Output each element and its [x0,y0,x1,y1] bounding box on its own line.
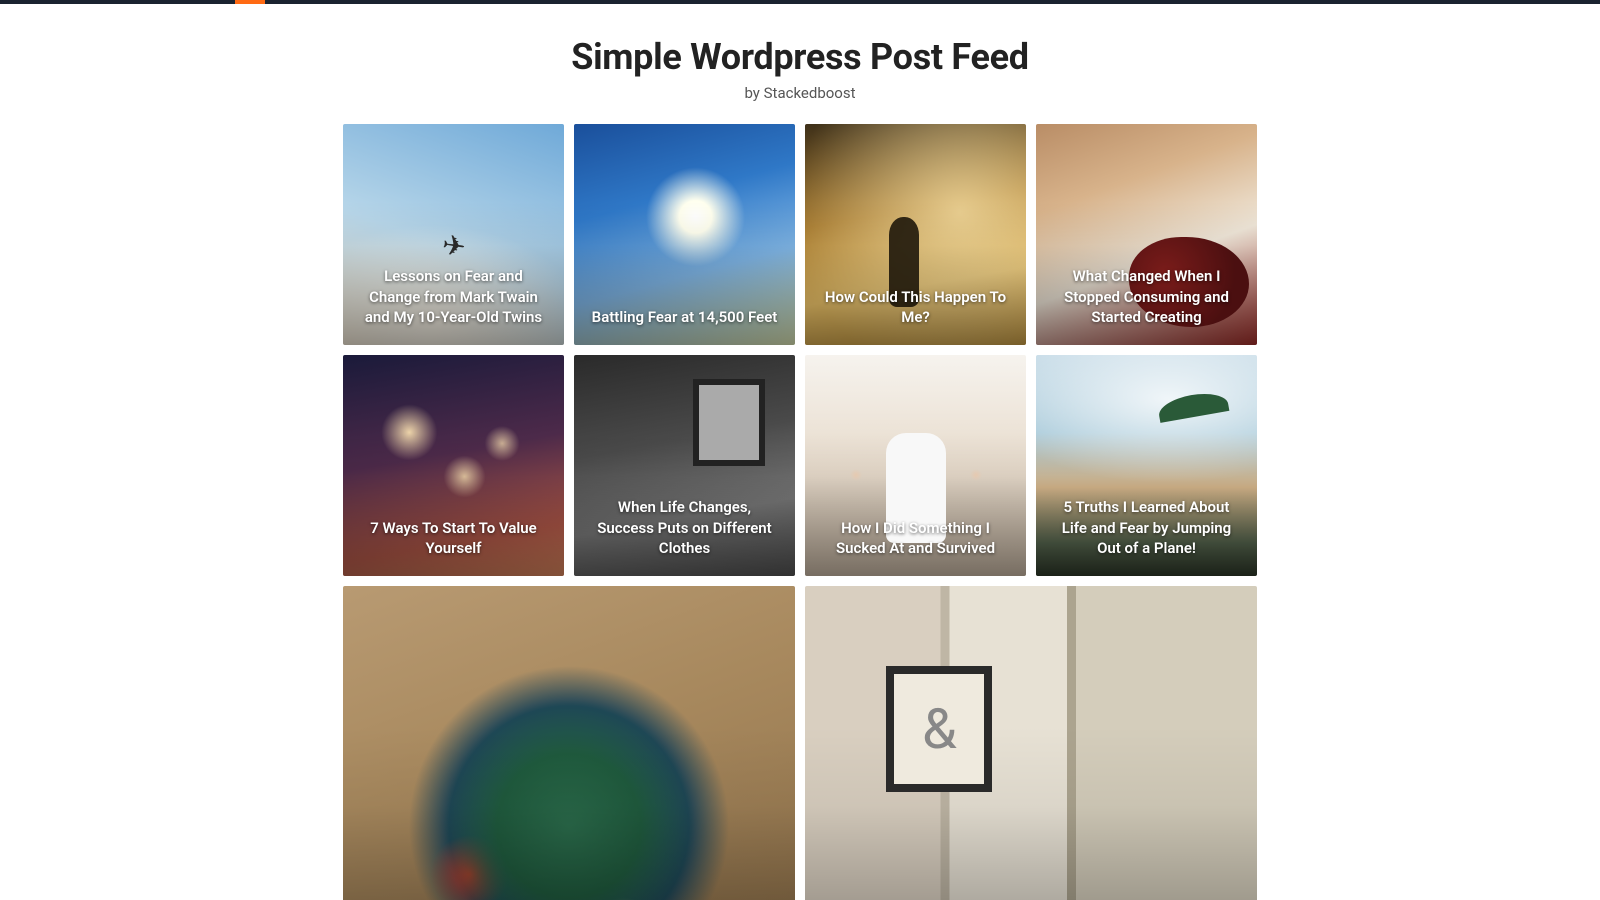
post-title: 7 Ways To Start To Value Yourself [343,518,564,577]
card-overlay [343,586,795,900]
post-title: What Changed When I Stopped Consuming an… [1036,266,1257,345]
card-overlay [805,586,1257,900]
post-row-1: Lessons on Fear and Change from Mark Twa… [343,124,1257,345]
post-card[interactable]: What Changed When I Stopped Consuming an… [1036,124,1257,345]
post-grid: Lessons on Fear and Change from Mark Twa… [343,124,1257,900]
post-card[interactable]: When Life Changes, Success Puts on Diffe… [574,355,795,576]
post-card[interactable] [805,586,1257,900]
post-row-3 [343,586,1257,900]
post-title: Lessons on Fear and Change from Mark Twa… [343,266,564,345]
post-title: 5 Truths I Learned About Life and Fear b… [1036,497,1257,576]
post-card[interactable]: How I Did Something I Sucked At and Surv… [805,355,1026,576]
post-card[interactable] [343,586,795,900]
top-bar [0,0,1600,4]
post-title: Battling Fear at 14,500 Feet [574,307,795,345]
post-card[interactable]: 7 Ways To Start To Value Yourself [343,355,564,576]
post-card[interactable]: Lessons on Fear and Change from Mark Twa… [343,124,564,345]
page-title: Simple Wordpress Post Feed [0,36,1600,78]
post-card[interactable]: How Could This Happen To Me? [805,124,1026,345]
post-row-2: 7 Ways To Start To Value Yourself When L… [343,355,1257,576]
post-card[interactable]: Battling Fear at 14,500 Feet [574,124,795,345]
post-title: When Life Changes, Success Puts on Diffe… [574,497,795,576]
page-subtitle: by Stackedboost [0,84,1600,102]
post-title: How Could This Happen To Me? [805,287,1026,346]
post-title: How I Did Something I Sucked At and Surv… [805,518,1026,577]
post-card[interactable]: 5 Truths I Learned About Life and Fear b… [1036,355,1257,576]
page-header: Simple Wordpress Post Feed by Stackedboo… [0,4,1600,124]
